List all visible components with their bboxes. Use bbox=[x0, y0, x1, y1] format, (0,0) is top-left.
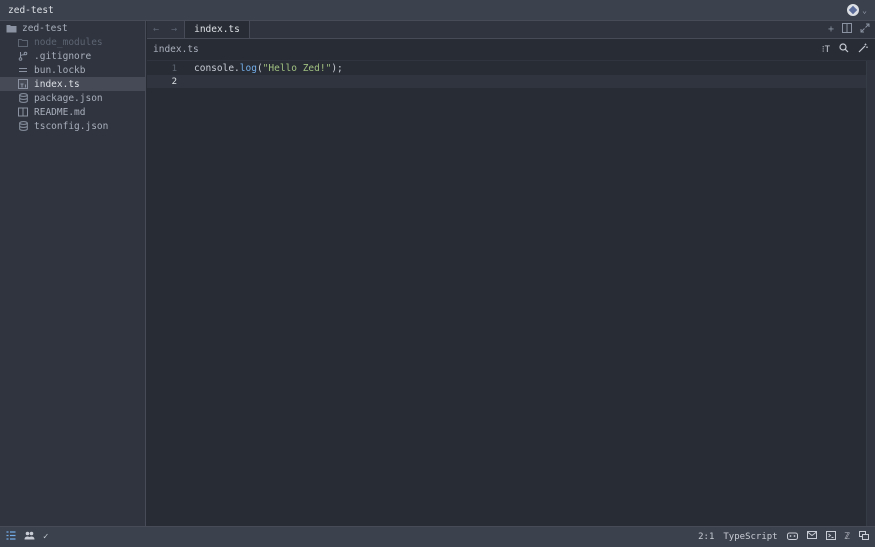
editor-scrollbar[interactable] bbox=[866, 61, 875, 526]
tree-item-label: node_modules bbox=[34, 36, 103, 48]
tree-item-index-ts[interactable]: index.ts bbox=[0, 77, 145, 91]
database-icon bbox=[16, 93, 30, 103]
user-avatar[interactable] bbox=[847, 4, 860, 16]
lines-icon bbox=[16, 66, 30, 74]
line-number: 1 bbox=[171, 63, 177, 74]
line-number: 2 bbox=[171, 76, 177, 87]
tree-item-label: index.ts bbox=[34, 78, 80, 90]
project-panel-icon[interactable] bbox=[6, 531, 16, 543]
tree-item-package-json[interactable]: package.json bbox=[0, 91, 145, 105]
tab-label: index.ts bbox=[194, 24, 240, 35]
breadcrumb-toolbar: index.ts ⁝T bbox=[147, 39, 875, 61]
outline-icon[interactable]: ⁝T bbox=[822, 45, 830, 55]
forward-arrow-icon[interactable]: → bbox=[165, 21, 183, 38]
collaborators-icon[interactable] bbox=[24, 531, 35, 543]
code-token: ); bbox=[331, 63, 343, 74]
git-branch-icon bbox=[16, 51, 30, 61]
status-right: 2:1 TypeScript ℤ bbox=[698, 531, 875, 543]
tree-item-tsconfig[interactable]: tsconfig.json bbox=[0, 119, 145, 133]
tab-bar: ← → index.ts + bbox=[147, 21, 875, 39]
tree-item-label: package.json bbox=[34, 92, 103, 104]
chevron-down-icon[interactable]: ⌄ bbox=[862, 6, 867, 15]
split-pane-icon[interactable] bbox=[842, 23, 852, 36]
code-token: log bbox=[239, 63, 257, 74]
book-icon bbox=[16, 107, 30, 117]
code-token: console. bbox=[194, 63, 240, 74]
tree-root-folder[interactable]: zed-test bbox=[0, 21, 145, 35]
copilot-icon[interactable] bbox=[786, 531, 798, 543]
check-icon[interactable]: ✓ bbox=[43, 532, 48, 542]
tab-bar-actions: + bbox=[828, 21, 875, 38]
editor-line-active[interactable]: 2 bbox=[147, 75, 866, 88]
typescript-file-icon bbox=[16, 79, 30, 89]
tree-item-label: .gitignore bbox=[34, 50, 92, 62]
line-code[interactable]: console.log("Hello Zed!"); bbox=[194, 63, 343, 74]
tree-item-gitignore[interactable]: .gitignore bbox=[0, 49, 145, 63]
tree-item-readme[interactable]: README.md bbox=[0, 105, 145, 119]
status-bar: ✓ 2:1 TypeScript ℤ bbox=[0, 526, 875, 547]
project-title[interactable]: zed-test bbox=[0, 5, 54, 16]
database-icon bbox=[16, 121, 30, 131]
sleep-icon[interactable]: ℤ bbox=[845, 532, 850, 542]
code-token: "Hello Zed!" bbox=[262, 63, 332, 74]
magic-wand-icon[interactable] bbox=[858, 43, 868, 56]
title-bar: zed-test ⌄ bbox=[0, 0, 875, 21]
back-arrow-icon[interactable]: ← bbox=[147, 21, 165, 38]
user-menu[interactable]: ⌄ bbox=[847, 4, 875, 16]
search-icon[interactable] bbox=[839, 43, 849, 56]
tree-item-node-modules[interactable]: node_modules bbox=[0, 35, 145, 49]
terminal-icon[interactable] bbox=[825, 531, 836, 543]
assistant-panel-icon[interactable] bbox=[859, 531, 869, 543]
breadcrumb[interactable]: index.ts bbox=[147, 44, 199, 55]
folder-icon bbox=[16, 38, 30, 47]
maximize-icon[interactable] bbox=[860, 23, 870, 36]
tree-item-label: tsconfig.json bbox=[34, 120, 109, 132]
tree-item-bun-lockb[interactable]: bun.lockb bbox=[0, 63, 145, 77]
plus-icon[interactable]: + bbox=[828, 24, 834, 35]
editor-toolbar-actions: ⁝T bbox=[822, 43, 875, 56]
message-icon[interactable] bbox=[806, 531, 817, 543]
status-left: ✓ bbox=[0, 531, 48, 543]
language-selector[interactable]: TypeScript bbox=[723, 532, 777, 542]
folder-open-icon bbox=[4, 24, 18, 33]
editor-line[interactable]: 1 console.log("Hello Zed!"); bbox=[147, 62, 866, 75]
tree-item-label: README.md bbox=[34, 106, 86, 118]
code-editor[interactable]: 1 console.log("Hello Zed!"); 2 bbox=[147, 61, 866, 526]
cursor-position[interactable]: 2:1 bbox=[698, 532, 714, 542]
tree-root-label: zed-test bbox=[22, 22, 68, 34]
project-panel: zed-test node_modules .gitignore bun.loc… bbox=[0, 21, 146, 526]
tab-index-ts[interactable]: index.ts bbox=[184, 21, 250, 38]
tree-item-label: bun.lockb bbox=[34, 64, 86, 76]
